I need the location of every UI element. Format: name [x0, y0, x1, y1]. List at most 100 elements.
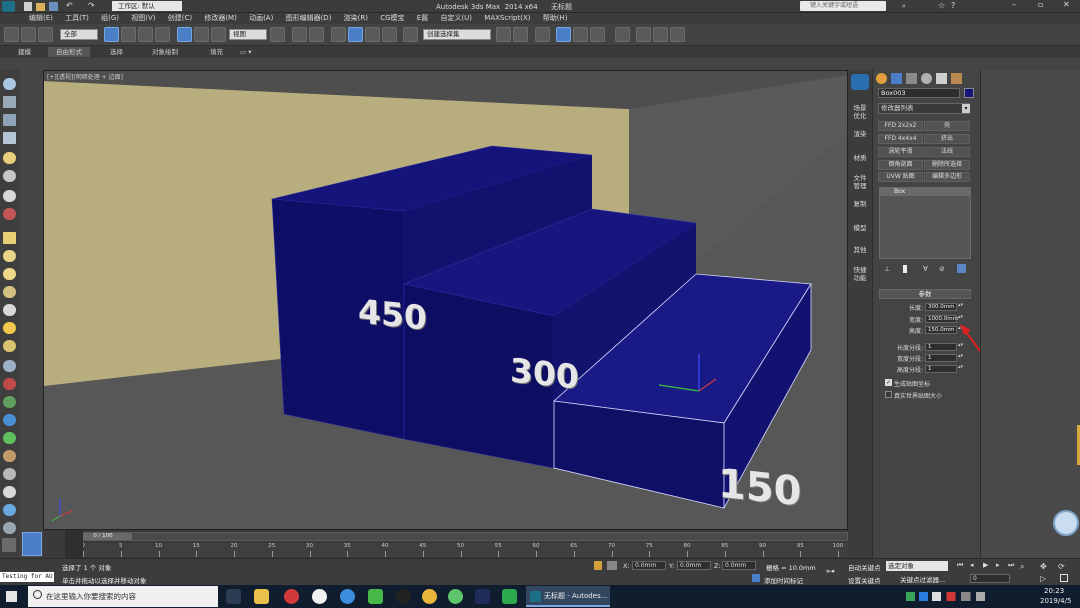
modifier-button[interactable]: 壳	[924, 121, 970, 131]
unlink-icon[interactable]	[21, 27, 36, 42]
tab-copy[interactable]: 复制	[853, 200, 867, 208]
time-tag-icon[interactable]	[752, 574, 760, 582]
remove-modifier-icon[interactable]: ⊘	[939, 265, 945, 273]
render-setup-icon[interactable]	[636, 27, 651, 42]
key-icon[interactable]: ⊶	[826, 567, 835, 577]
auto-key-button[interactable]: 自动关键点	[848, 562, 881, 572]
absolute-mode-icon[interactable]	[607, 561, 617, 570]
tab-model[interactable]: 模型	[853, 224, 867, 232]
schematic-view-icon[interactable]	[590, 27, 605, 42]
select-by-name-icon[interactable]	[121, 27, 136, 42]
app-green-icon[interactable]	[502, 589, 517, 604]
tab-other[interactable]: 其他	[853, 246, 867, 254]
play-icon[interactable]: ▶	[983, 561, 988, 569]
menu-animation[interactable]: 动画(A)	[244, 13, 278, 24]
redo-icon[interactable]: ↷	[88, 1, 95, 10]
bind-space-warp-icon[interactable]	[38, 27, 53, 42]
light-icon[interactable]	[3, 152, 16, 164]
close-icon[interactable]: ✕	[1063, 0, 1070, 9]
zoom-icon[interactable]: ⌕	[1020, 562, 1024, 572]
height-field[interactable]: 150.0mm	[925, 326, 957, 334]
graph-icon[interactable]	[3, 132, 16, 144]
modifier-list-dropdown[interactable]: 修改器列表	[878, 103, 970, 114]
panel-tab-utilities-icon[interactable]	[951, 73, 962, 84]
lock-icon[interactable]	[594, 561, 602, 570]
quick-access-open-icon[interactable]	[36, 3, 45, 11]
tray-icons[interactable]	[906, 592, 998, 601]
panel-tab-motion-icon[interactable]	[921, 73, 932, 84]
orbit-icon[interactable]: ⟳	[1058, 562, 1065, 571]
torus-icon[interactable]	[3, 286, 16, 298]
layer-manager-icon[interactable]	[535, 27, 550, 42]
menu-e[interactable]: E酱	[412, 13, 433, 24]
length-segs-field[interactable]: 1	[925, 343, 957, 351]
viewport-label[interactable]: [+][透视][明暗处理 + 边面]	[47, 72, 123, 81]
sun-icon[interactable]	[3, 322, 16, 334]
maximize-viewport-icon[interactable]	[1060, 574, 1068, 582]
go-to-end-icon[interactable]: ⏭	[1008, 561, 1014, 570]
snaps-toggle-icon[interactable]	[331, 27, 346, 42]
ref-coord-dropdown[interactable]: 视图	[229, 29, 267, 40]
keyboard-shortcut-icon[interactable]	[309, 27, 324, 42]
chrome-icon[interactable]	[422, 589, 437, 604]
next-frame-icon[interactable]: ▸	[996, 561, 1000, 569]
pan-icon[interactable]: ✥	[1040, 562, 1047, 571]
app-logo-icon[interactable]	[2, 1, 15, 12]
menu-graph-editors[interactable]: 图形编辑器(D)	[281, 13, 337, 24]
add-time-tag[interactable]: 添加时间标记	[764, 575, 803, 585]
y-coordinate-field[interactable]: 0.0mm	[677, 561, 711, 570]
menu-cg[interactable]: CG模宝	[375, 13, 409, 24]
clock-time[interactable]: 20:23	[1044, 587, 1064, 595]
group-icon[interactable]	[3, 468, 16, 480]
modifier-button[interactable]: 法线	[924, 147, 970, 157]
percent-snap-icon[interactable]	[365, 27, 380, 42]
mini-curve-icon[interactable]	[65, 530, 83, 558]
menu-edit[interactable]: 编辑(E)	[24, 13, 58, 24]
character-icon[interactable]	[3, 450, 16, 462]
make-unique-icon[interactable]: ∀	[923, 265, 928, 273]
menu-modifiers[interactable]: 修改器(M)	[199, 13, 242, 24]
browser-icon[interactable]	[340, 589, 355, 604]
ribbon-tab-object-paint[interactable]: 对象绘制	[152, 47, 178, 57]
ribbon-tab-modeling[interactable]: 建模	[18, 47, 31, 57]
camera-icon[interactable]	[3, 170, 16, 182]
modifier-button[interactable]: 删除所选择	[924, 160, 970, 170]
z-coordinate-field[interactable]: 0.0mm	[722, 561, 756, 570]
spinner-icon[interactable]: ▴▾	[958, 303, 963, 311]
netease-music-icon[interactable]	[284, 589, 299, 604]
field-of-view-icon[interactable]: ▷	[1040, 574, 1046, 583]
navigation-cube-icon[interactable]	[1053, 510, 1079, 536]
modifier-button[interactable]: 倒角剖面	[878, 160, 923, 170]
menu-group[interactable]: 组(G)	[96, 13, 124, 24]
globe-icon[interactable]	[3, 414, 16, 426]
frame-number-field[interactable]: 0	[970, 574, 1010, 583]
music-app-icon[interactable]	[448, 589, 463, 604]
pin-stack-icon[interactable]: ⊥	[884, 265, 890, 273]
taskbar-search[interactable]: 在这里输入你要搜索的内容	[28, 586, 218, 607]
tab-render[interactable]: 渲染	[853, 130, 867, 138]
panel-icon[interactable]	[3, 96, 16, 108]
plugin-logo-icon[interactable]	[851, 74, 869, 90]
layer-box-icon[interactable]	[22, 532, 42, 556]
modifier-stack[interactable]: Box	[879, 187, 971, 259]
length-field[interactable]: 300.0mm	[925, 303, 957, 311]
show-end-result-icon[interactable]	[903, 265, 907, 273]
task-view-icon[interactable]	[226, 589, 241, 604]
ribbon-tab-freeform[interactable]: 自由形式	[48, 47, 90, 57]
windows-start-icon[interactable]	[6, 591, 17, 602]
menu-create[interactable]: 创建(C)	[163, 13, 197, 24]
spinner-snap-icon[interactable]	[382, 27, 397, 42]
tab-material[interactable]: 材质	[853, 154, 867, 162]
maxscript-listener[interactable]: Testing for AU	[0, 572, 54, 582]
window-crossing-icon[interactable]	[155, 27, 170, 42]
scatter-icon[interactable]	[3, 378, 16, 390]
reactor-icon[interactable]	[3, 522, 16, 534]
menu-tools[interactable]: 工具(T)	[60, 13, 94, 24]
tab-scene-optimize[interactable]: 场景优化	[853, 104, 867, 120]
grid-icon[interactable]	[3, 114, 16, 126]
mirror-icon[interactable]	[496, 27, 511, 42]
configure-sets-icon[interactable]	[957, 264, 966, 273]
select-move-icon[interactable]	[177, 27, 192, 42]
photoshop-icon[interactable]	[475, 589, 490, 604]
panel-tab-modify-icon[interactable]	[891, 73, 902, 84]
